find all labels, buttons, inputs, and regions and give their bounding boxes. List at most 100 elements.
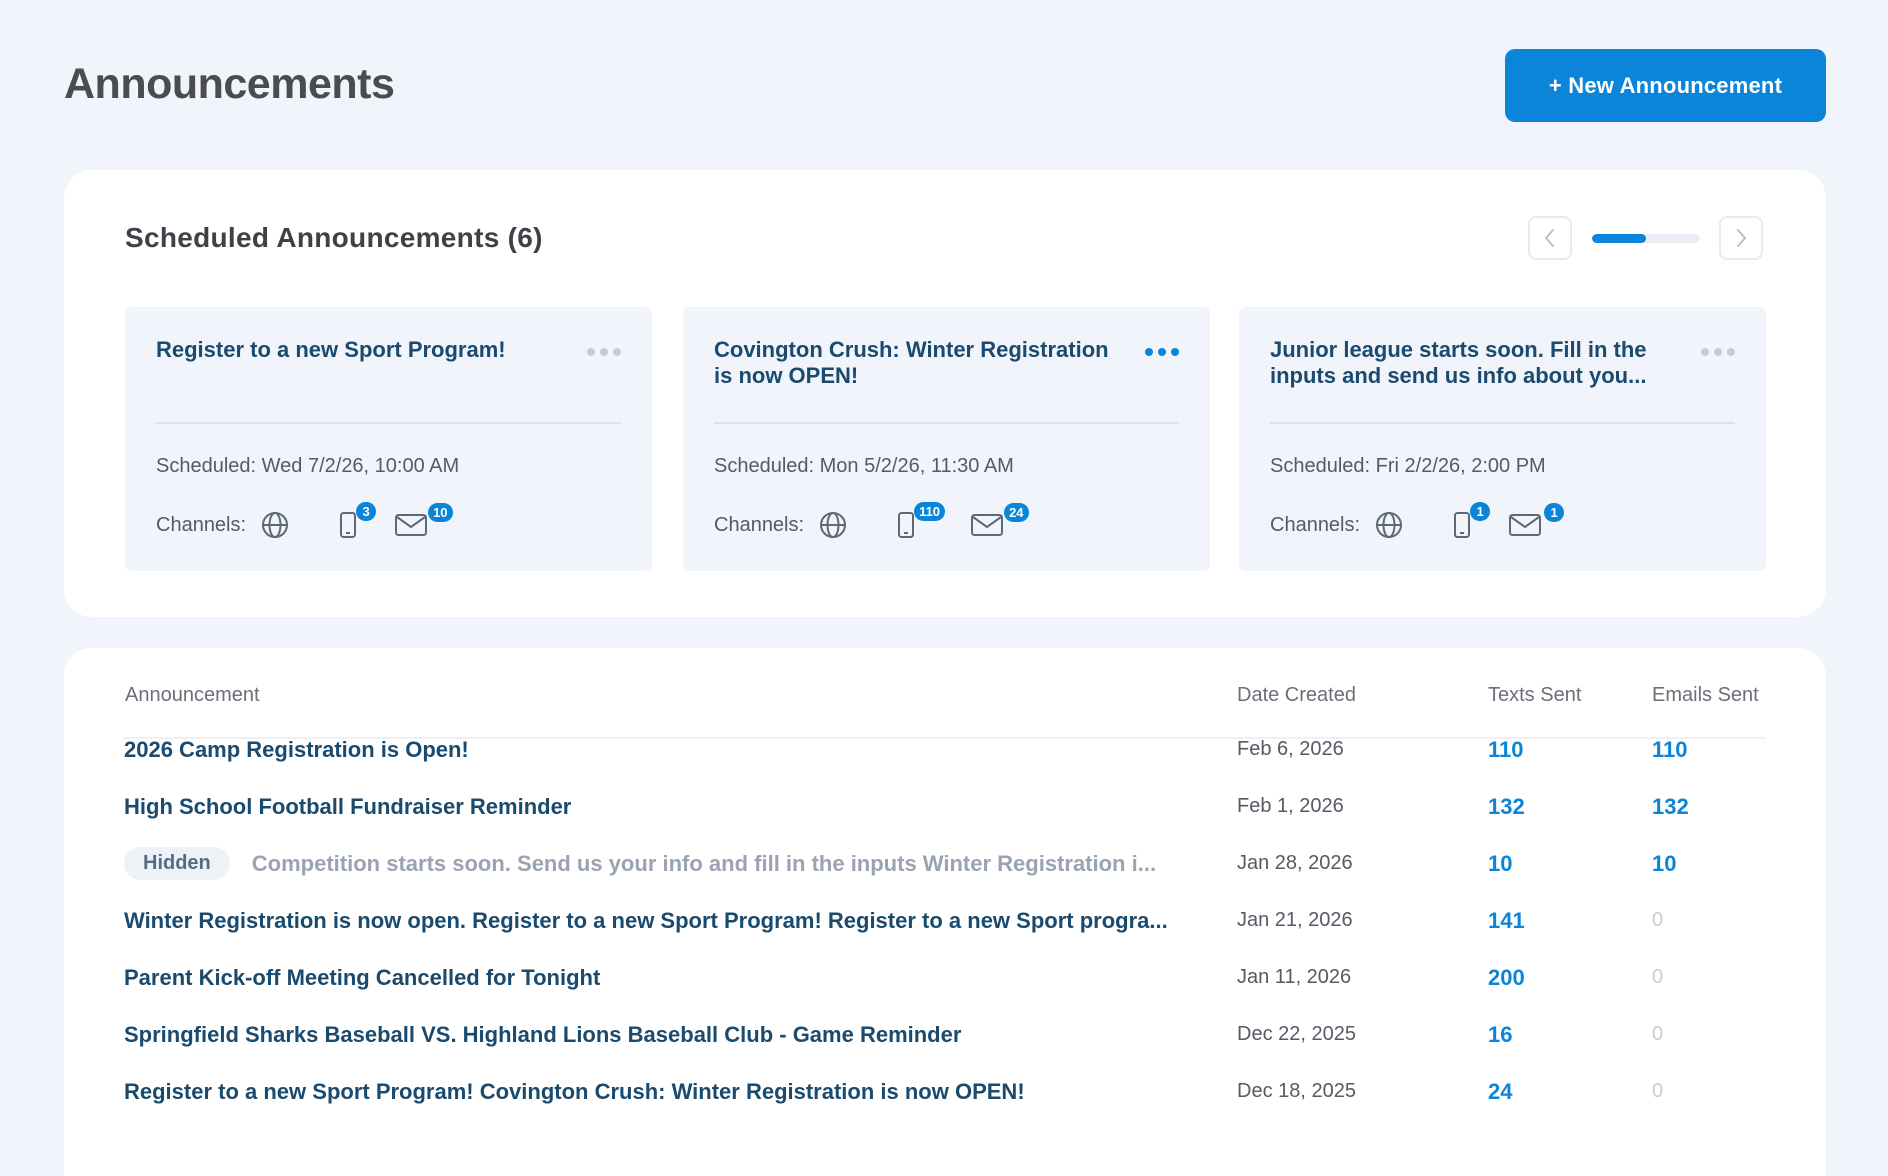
carousel-next-button[interactable]	[1719, 216, 1763, 260]
row-texts-sent[interactable]: 200	[1488, 949, 1525, 1006]
row-date-created: Jan 21, 2026	[1237, 909, 1353, 931]
announcements-page: Announcements + New Announcement Schedul…	[0, 0, 1888, 1176]
card-channels: Channels: 1 1	[1270, 502, 1566, 543]
table-row[interactable]: Register to a new Sport Program! Covingt…	[64, 1063, 1826, 1120]
hidden-badge: Hidden	[124, 847, 230, 880]
row-date-created: Feb 1, 2026	[1237, 795, 1344, 817]
row-title[interactable]: Springfield Sharks Baseball VS. Highland…	[124, 1006, 1234, 1063]
globe-icon	[820, 512, 847, 538]
row-title-text: 2026 Camp Registration is Open!	[124, 736, 469, 762]
new-announcement-button[interactable]: + New Announcement	[1505, 49, 1826, 122]
card-title: Covington Crush: Winter Registration is …	[714, 337, 1109, 388]
row-date-created: Feb 6, 2026	[1237, 738, 1344, 760]
row-title[interactable]: Register to a new Sport Program! Covingt…	[124, 1063, 1234, 1120]
card-title: Register to a new Sport Program!	[156, 337, 506, 362]
column-header-texts-sent[interactable]: Texts Sent	[1488, 684, 1581, 707]
channels-label: Channels:	[1270, 513, 1361, 536]
scheduled-announcements-panel: Scheduled Announcements (6) Register to …	[64, 170, 1826, 617]
scheduled-card[interactable]: Register to a new Sport Program! Schedul…	[125, 307, 652, 571]
row-emails-sent: 0	[1652, 909, 1664, 931]
table-row[interactable]: High School Football Fundraiser Reminder…	[64, 778, 1826, 835]
emails-badge: 10	[428, 503, 453, 522]
email-channel: 24	[970, 503, 1029, 539]
table-row[interactable]: 2026 Camp Registration is Open! Feb 6, 20…	[64, 721, 1826, 778]
card-scheduled-time: Scheduled: Fri 2/2/26, 2:00 PM	[1270, 455, 1546, 477]
more-icon	[1701, 348, 1709, 356]
row-title[interactable]: High School Football Fundraiser Reminder	[124, 778, 1234, 835]
scheduled-card[interactable]: Covington Crush: Winter Registration is …	[683, 307, 1210, 571]
table-row[interactable]: Winter Registration is now open. Registe…	[64, 892, 1826, 949]
card-scheduled-time: Scheduled: Wed 7/2/26, 10:00 AM	[156, 455, 460, 477]
mail-icon	[1509, 514, 1542, 536]
card-divider	[1270, 422, 1735, 424]
card-more-button[interactable]	[1701, 348, 1735, 356]
phone-icon	[1454, 512, 1471, 538]
column-header-emails-sent[interactable]: Emails Sent	[1652, 684, 1759, 707]
card-scheduled-time: Scheduled: Mon 5/2/26, 11:30 AM	[714, 455, 1014, 477]
carousel-progress-fill	[1592, 234, 1646, 243]
row-title-text: Register to a new Sport Program! Covingt…	[124, 1078, 1025, 1104]
row-texts-sent[interactable]: 16	[1488, 1006, 1512, 1063]
row-emails-sent[interactable]: 110	[1652, 721, 1688, 778]
row-title[interactable]: Winter Registration is now open. Registe…	[124, 892, 1234, 949]
row-date-created: Dec 18, 2025	[1237, 1080, 1356, 1102]
card-channels: Channels: 3 10	[156, 502, 453, 543]
row-texts-sent[interactable]: 132	[1488, 778, 1525, 835]
row-emails-sent: 0	[1652, 966, 1664, 988]
texts-badge: 3	[356, 502, 377, 521]
channels-label: Channels:	[714, 513, 805, 536]
text-channel: 110	[896, 502, 946, 540]
row-title-text: High School Football Fundraiser Reminder	[124, 793, 572, 819]
globe-icon	[262, 512, 289, 538]
column-header-announcement[interactable]: Announcement	[125, 684, 260, 707]
chevron-right-icon	[1737, 229, 1746, 247]
row-date-created: Jan 11, 2026	[1237, 966, 1352, 988]
more-icon	[1145, 348, 1153, 356]
card-more-button[interactable]	[1145, 348, 1179, 356]
web-channel	[818, 510, 848, 540]
row-title-text: Winter Registration is now open. Registe…	[124, 907, 1168, 933]
carousel-progress	[1592, 234, 1700, 243]
mail-icon	[395, 514, 428, 536]
card-divider	[714, 422, 1179, 424]
row-title-text: Springfield Sharks Baseball VS. Highland…	[124, 1021, 962, 1047]
web-channel	[1374, 510, 1404, 540]
row-emails-sent: 0	[1652, 1023, 1664, 1045]
page-title: Announcements	[64, 60, 395, 108]
row-emails-sent[interactable]: 10	[1652, 835, 1676, 892]
phone-icon	[898, 512, 915, 538]
more-icon	[587, 348, 595, 356]
row-title-text: Parent Kick-off Meeting Cancelled for To…	[124, 964, 601, 990]
row-title[interactable]: 2026 Camp Registration is Open!	[124, 721, 1234, 778]
chevron-left-icon	[1545, 229, 1554, 247]
scheduled-card[interactable]: Junior league starts soon. Fill in the i…	[1239, 307, 1766, 571]
web-channel	[260, 510, 290, 540]
row-emails-sent[interactable]: 132	[1652, 778, 1689, 835]
announcements-table: Announcement Date Created Texts Sent Ema…	[64, 648, 1826, 1176]
table-row[interactable]: Springfield Sharks Baseball VS. Highland…	[64, 1006, 1826, 1063]
channels-label: Channels:	[156, 513, 247, 536]
email-channel: 10	[394, 503, 453, 539]
globe-icon	[1376, 512, 1403, 538]
row-texts-sent[interactable]: 24	[1488, 1063, 1512, 1120]
row-date-created: Dec 22, 2025	[1237, 1023, 1356, 1045]
table-row[interactable]: Hidden Competition starts soon. Send us y…	[64, 835, 1826, 892]
text-channel: 1	[1452, 502, 1491, 540]
row-texts-sent[interactable]: 10	[1488, 835, 1512, 892]
texts-badge: 110	[914, 502, 946, 521]
card-divider	[156, 422, 621, 424]
row-title-text: Competition starts soon. Send us your in…	[251, 850, 1157, 876]
row-texts-sent[interactable]: 141	[1488, 892, 1525, 949]
carousel-prev-button[interactable]	[1528, 216, 1572, 260]
text-channel: 3	[338, 502, 377, 540]
table-row[interactable]: Parent Kick-off Meeting Cancelled for To…	[64, 949, 1826, 1006]
row-texts-sent[interactable]: 110	[1488, 721, 1524, 778]
row-title[interactable]: Parent Kick-off Meeting Cancelled for To…	[124, 949, 1234, 1006]
emails-badge: 24	[1004, 503, 1029, 522]
row-title[interactable]: Hidden Competition starts soon. Send us y…	[124, 835, 1234, 892]
card-more-button[interactable]	[587, 348, 621, 356]
phone-icon	[340, 512, 357, 538]
row-date-created: Jan 28, 2026	[1237, 852, 1353, 874]
emails-badge: 1	[1544, 503, 1565, 522]
column-header-date-created[interactable]: Date Created	[1237, 684, 1356, 707]
